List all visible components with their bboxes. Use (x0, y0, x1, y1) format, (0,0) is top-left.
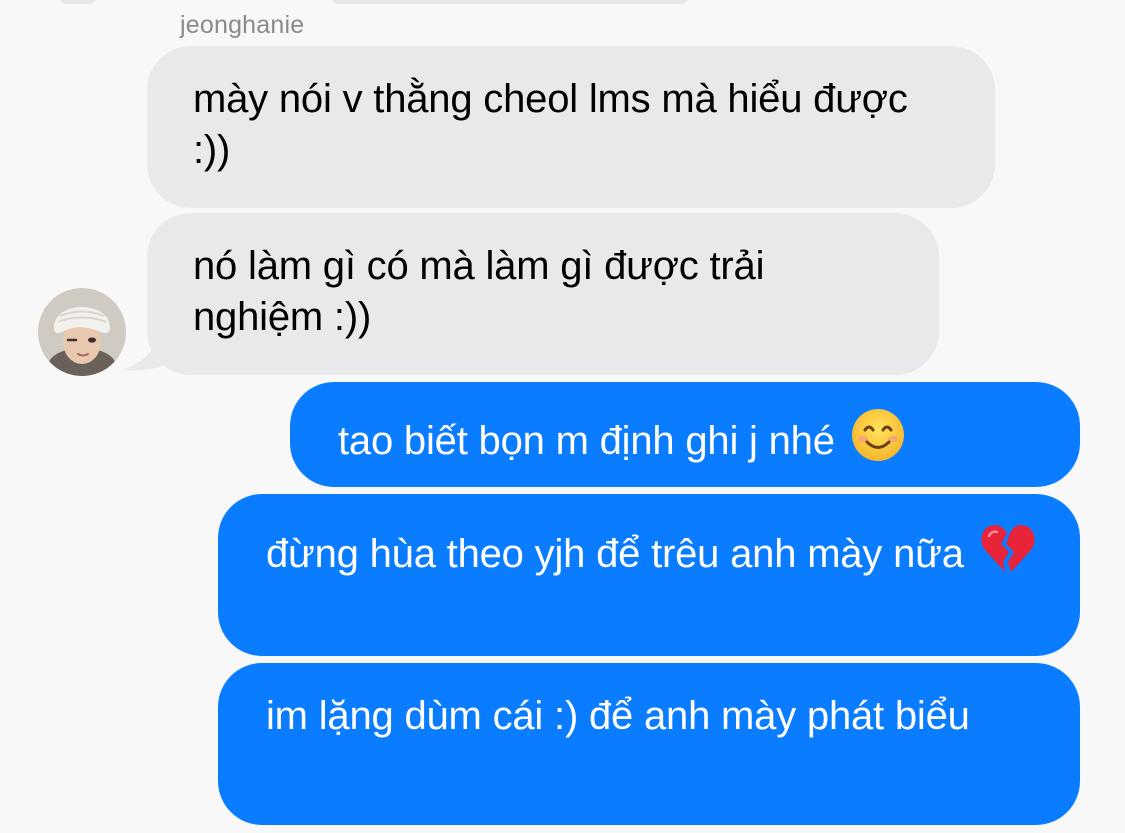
smiling-face-emoji (851, 409, 904, 461)
sender-name: jeonghanie (180, 11, 305, 39)
incoming-message-bubble[interactable]: mày nói v thằng cheol lms mà hiểu được :… (147, 46, 995, 208)
broken-heart-emoji (981, 524, 1035, 572)
message-text: im lặng dùm cái :) để anh mày phát biểu (266, 694, 970, 738)
message-text: tao biết bọn m định ghi j nhé (338, 419, 835, 463)
outgoing-message-bubble[interactable]: tao biết bọn m định ghi j nhé (290, 382, 1080, 487)
message-text: đừng hùa theo yjh để trêu anh mày nữa (266, 532, 964, 576)
outgoing-message-bubble[interactable]: đừng hùa theo yjh để trêu anh mày nữa (218, 494, 1080, 656)
contact-avatar[interactable] (38, 288, 126, 376)
previous-bubble-fragment (330, 0, 690, 4)
outgoing-message-bubble[interactable]: im lặng dùm cái :) để anh mày phát biểu (218, 663, 1080, 825)
message-text: mày nói v thằng cheol lms mà hiểu được :… (193, 77, 908, 172)
avatar-photo (38, 288, 126, 376)
incoming-message-bubble[interactable]: nó làm gì có mà làm gì được trải nghiệm … (147, 213, 939, 375)
previous-bubble-fragment (58, 0, 98, 4)
message-text: nó làm gì có mà làm gì được trải nghiệm … (193, 244, 765, 339)
